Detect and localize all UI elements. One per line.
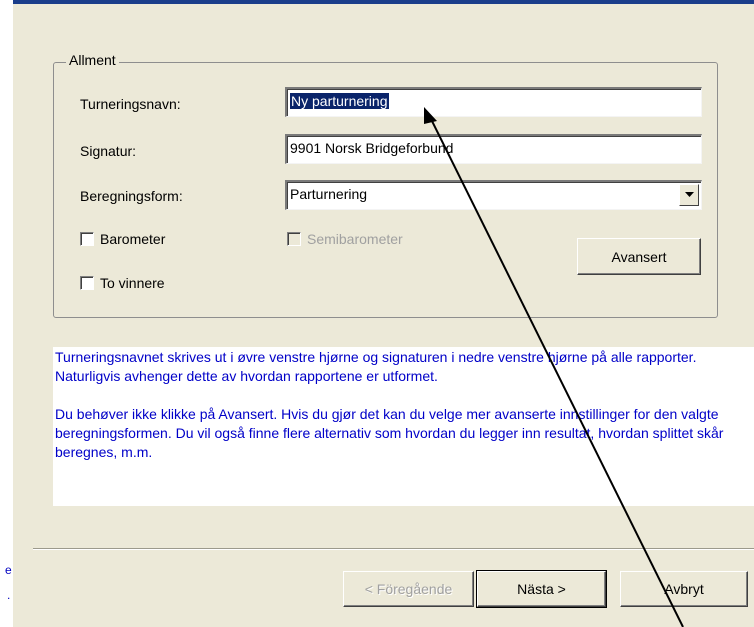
arrow-annotation	[424, 107, 684, 627]
arrow-head-icon	[424, 107, 437, 124]
